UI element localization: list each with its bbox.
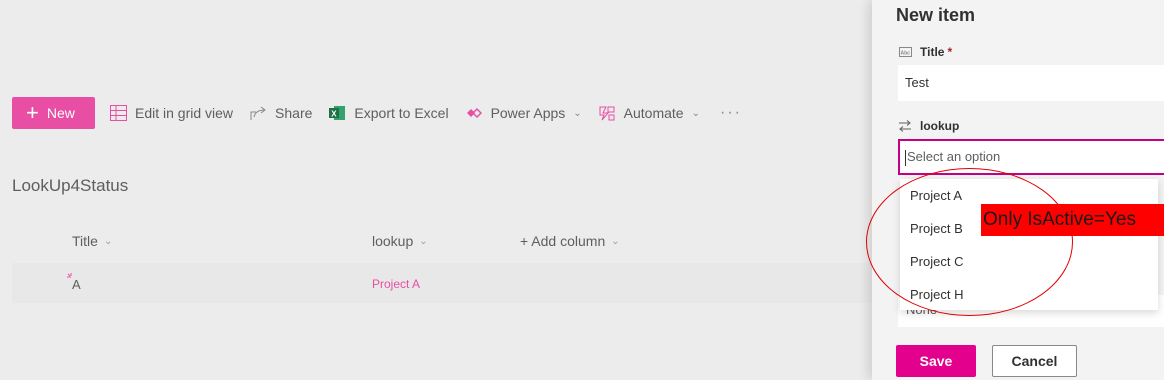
lookup-placeholder: Select an option: [907, 149, 1001, 164]
new-button-label: New: [46, 105, 75, 121]
new-button[interactable]: + New: [12, 97, 95, 129]
chevron-down-icon: ⌄: [103, 235, 113, 247]
save-button[interactable]: Save: [896, 345, 976, 377]
edit-grid-view-label: Edit in grid view: [135, 105, 234, 121]
export-excel-label: Export to Excel: [354, 105, 449, 121]
column-header-title[interactable]: Title ⌄: [72, 233, 112, 249]
column-lookup-label: lookup: [372, 233, 414, 249]
chevron-down-icon: ⌄: [573, 107, 582, 119]
chevron-down-icon: ⌄: [419, 235, 428, 247]
cancel-button[interactable]: Cancel: [992, 345, 1077, 377]
list-title: LookUp4Status: [12, 176, 129, 195]
required-marker: *: [947, 45, 953, 59]
power-apps-button[interactable]: Power Apps ⌄: [457, 97, 590, 129]
list-header: Title ⌄ lookup ⌄ + Add column ⌄: [12, 226, 872, 256]
svg-text:Abc: Abc: [900, 51, 910, 57]
automate-button[interactable]: Automate ⌄: [590, 97, 708, 129]
automate-flow-icon: [598, 104, 616, 122]
annotation-label: Only IsActive=Yes: [981, 204, 1164, 236]
switch-arrows-icon: [898, 120, 912, 132]
lookup-label-text: lookup: [920, 119, 960, 133]
title-field-label: Abc Title *: [898, 45, 952, 59]
share-label: Share: [275, 105, 313, 121]
power-apps-label: Power Apps: [490, 105, 566, 121]
title-label-text: Title: [920, 45, 945, 59]
chevron-down-icon: ⌄: [611, 235, 620, 247]
row-lookup-link[interactable]: Project A: [372, 277, 420, 291]
lookup-combobox[interactable]: Select an option: [898, 139, 1164, 175]
lookup-field-label: lookup: [898, 119, 959, 133]
grid-icon: [109, 104, 127, 122]
abc-text-icon: Abc: [898, 46, 912, 58]
column-header-lookup[interactable]: lookup ⌄: [372, 233, 428, 249]
excel-icon: X: [328, 104, 346, 122]
table-row[interactable]: A Project A: [12, 263, 872, 303]
more-options-button[interactable]: ···: [708, 104, 754, 122]
text-cursor: [905, 149, 906, 166]
add-column-button[interactable]: + Add column ⌄: [520, 233, 620, 249]
plus-icon: +: [26, 100, 39, 125]
column-title-label: Title: [72, 233, 98, 249]
automate-label: Automate: [623, 105, 684, 121]
panel-title: New item: [896, 5, 976, 25]
export-excel-button[interactable]: X Export to Excel: [320, 97, 456, 129]
row-title-cell[interactable]: A: [72, 277, 81, 292]
power-apps-icon: [465, 104, 483, 122]
dropdown-option[interactable]: Project H: [900, 278, 1158, 311]
edit-grid-view-button[interactable]: Edit in grid view: [101, 97, 241, 129]
add-column-label: + Add column: [520, 233, 606, 249]
lookup-dropdown: Project A Project B Project C Project H: [900, 179, 1158, 310]
share-button[interactable]: Share: [241, 97, 320, 129]
svg-text:X: X: [331, 109, 337, 118]
command-bar: + New Edit in grid view Share X Export t…: [12, 97, 754, 129]
share-icon: [249, 104, 267, 122]
title-input[interactable]: Test: [898, 65, 1164, 101]
chevron-down-icon: ⌄: [691, 107, 700, 119]
dropdown-option[interactable]: Project C: [900, 245, 1158, 278]
